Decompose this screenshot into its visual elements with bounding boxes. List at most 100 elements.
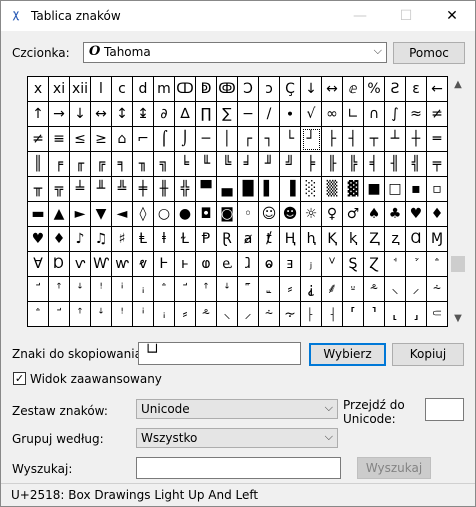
- char-cell[interactable]: ⱱ: [70, 252, 91, 277]
- scroll-up-icon[interactable]: ▲: [449, 76, 467, 93]
- char-cell[interactable]: ⱼ: [301, 252, 322, 277]
- help-button[interactable]: Pomoc: [393, 42, 465, 64]
- char-cell[interactable]: ■: [364, 177, 385, 202]
- char-cell[interactable]: ⸗: [175, 302, 196, 327]
- char-cell[interactable]: ↀ: [175, 77, 196, 102]
- char-cell[interactable]: ╟: [322, 152, 343, 177]
- char-cell[interactable]: %: [364, 77, 385, 102]
- char-cell[interactable]: ↓: [70, 102, 91, 127]
- char-cell[interactable]: ⱪ: [343, 227, 364, 252]
- char-cell[interactable]: ↂ: [217, 77, 238, 102]
- char-cell[interactable]: ⱴ: [133, 252, 154, 277]
- char-cell[interactable]: ⸝: [238, 302, 259, 327]
- charset-dropdown[interactable]: Unicode ⌵: [136, 399, 338, 419]
- char-cell[interactable]: ♥: [28, 227, 49, 252]
- groupby-dropdown[interactable]: Wszystko ⌵: [136, 428, 338, 448]
- char-cell[interactable]: ╩: [112, 177, 133, 202]
- char-cell[interactable]: ⸜: [217, 302, 238, 327]
- char-cell[interactable]: ├: [322, 127, 343, 152]
- char-cell[interactable]: │: [217, 127, 238, 152]
- char-cell[interactable]: xi: [49, 77, 70, 102]
- char-cell[interactable]: ꜛ: [49, 277, 70, 302]
- char-cell[interactable]: ║: [28, 152, 49, 177]
- char-cell[interactable]: ⱨ: [301, 227, 322, 252]
- char-cell[interactable]: ≥: [91, 127, 112, 152]
- char-cell[interactable]: ╝: [280, 152, 301, 177]
- char-cell[interactable]: ◙: [217, 202, 238, 227]
- char-cell[interactable]: ╦: [49, 177, 70, 202]
- char-cell[interactable]: ꜜ: [91, 302, 112, 327]
- char-cell[interactable]: ♣: [385, 202, 406, 227]
- char-cell[interactable]: ⸚: [343, 277, 364, 302]
- char-cell[interactable]: c: [112, 77, 133, 102]
- char-cell[interactable]: ≤: [70, 127, 91, 152]
- char-cell[interactable]: ⌡: [175, 127, 196, 152]
- char-cell[interactable]: ☼: [301, 202, 322, 227]
- char-cell[interactable]: ╒: [49, 152, 70, 177]
- select-button[interactable]: Wybierz: [309, 343, 386, 366]
- char-cell[interactable]: ░: [301, 177, 322, 202]
- char-cell[interactable]: ⸙: [322, 277, 343, 302]
- char-cell[interactable]: ꜙ: [154, 277, 175, 302]
- char-cell[interactable]: ╘: [175, 152, 196, 177]
- char-cell[interactable]: ↑: [28, 102, 49, 127]
- char-cell[interactable]: ┐: [259, 127, 280, 152]
- advanced-view-checkbox[interactable]: ✓: [13, 372, 26, 385]
- char-cell[interactable]: ◘: [196, 202, 217, 227]
- char-cell[interactable]: ꜚ: [49, 302, 70, 327]
- char-cell[interactable]: ♂: [343, 202, 364, 227]
- char-cell[interactable]: Ɑ: [406, 227, 427, 252]
- char-cell[interactable]: ⱬ: [385, 227, 406, 252]
- char-cell[interactable]: Ɫ: [175, 227, 196, 252]
- char-cell[interactable]: ╣: [406, 152, 427, 177]
- char-cell[interactable]: ╓: [70, 152, 91, 177]
- char-cell[interactable]: ⱦ: [259, 227, 280, 252]
- char-cell[interactable]: ╢: [385, 152, 406, 177]
- char-cell[interactable]: ╧: [70, 177, 91, 202]
- char-cell[interactable]: ∆: [175, 102, 196, 127]
- char-cell[interactable]: ┌: [238, 127, 259, 152]
- char-cell[interactable]: ꜜ: [70, 277, 91, 302]
- search-button[interactable]: Wyszukaj: [357, 457, 431, 479]
- char-cell[interactable]: ⸢: [343, 302, 364, 327]
- copy-button[interactable]: Kopiuj: [392, 343, 464, 366]
- char-cell[interactable]: ♫: [91, 227, 112, 252]
- char-cell[interactable]: ꜟ: [154, 302, 175, 327]
- char-cell[interactable]: ♦: [427, 202, 448, 227]
- copy-field[interactable]: └┘: [138, 342, 301, 365]
- char-cell[interactable]: ↕: [112, 102, 133, 127]
- char-cell[interactable]: ⌠: [154, 127, 175, 152]
- char-cell[interactable]: ↁ: [196, 77, 217, 102]
- maximize-button[interactable]: ☐: [383, 1, 429, 31]
- char-cell[interactable]: Ⱪ: [322, 227, 343, 252]
- char-cell[interactable]: ▲: [49, 202, 70, 227]
- char-cell[interactable]: ▀: [196, 177, 217, 202]
- char-cell[interactable]: ⸞: [427, 277, 448, 302]
- char-cell[interactable]: m: [154, 77, 175, 102]
- char-cell[interactable]: ꜞ: [133, 302, 154, 327]
- char-cell[interactable]: ⱽ: [322, 252, 343, 277]
- char-cell[interactable]: ╕: [112, 152, 133, 177]
- char-cell[interactable]: ►: [70, 202, 91, 227]
- char-cell[interactable]: d: [133, 77, 154, 102]
- char-cell[interactable]: ⱷ: [196, 252, 217, 277]
- char-cell[interactable]: ╬: [175, 177, 196, 202]
- char-cell[interactable]: ♯: [112, 227, 133, 252]
- char-cell[interactable]: ╨: [91, 177, 112, 202]
- char-cell[interactable]: ⱶ: [175, 252, 196, 277]
- char-cell[interactable]: Ⱬ: [364, 227, 385, 252]
- char-cell[interactable]: Ᵽ: [196, 227, 217, 252]
- char-cell[interactable]: ⱺ: [259, 252, 280, 277]
- font-dropdown[interactable]: O Tahoma ⌵: [83, 42, 387, 63]
- char-cell[interactable]: Ɀ: [364, 252, 385, 277]
- char-cell[interactable]: ⌐: [133, 127, 154, 152]
- char-cell[interactable]: ⸡: [322, 302, 343, 327]
- char-cell[interactable]: ─: [196, 127, 217, 152]
- char-cell[interactable]: ▬: [28, 202, 49, 227]
- char-cell[interactable]: ꜡: [259, 277, 280, 302]
- char-cell[interactable]: Ɱ: [427, 227, 448, 252]
- char-cell[interactable]: ⸛: [196, 302, 217, 327]
- char-cell[interactable]: ☺: [259, 202, 280, 227]
- char-cell[interactable]: x: [28, 77, 49, 102]
- char-cell[interactable]: ╤: [427, 152, 448, 177]
